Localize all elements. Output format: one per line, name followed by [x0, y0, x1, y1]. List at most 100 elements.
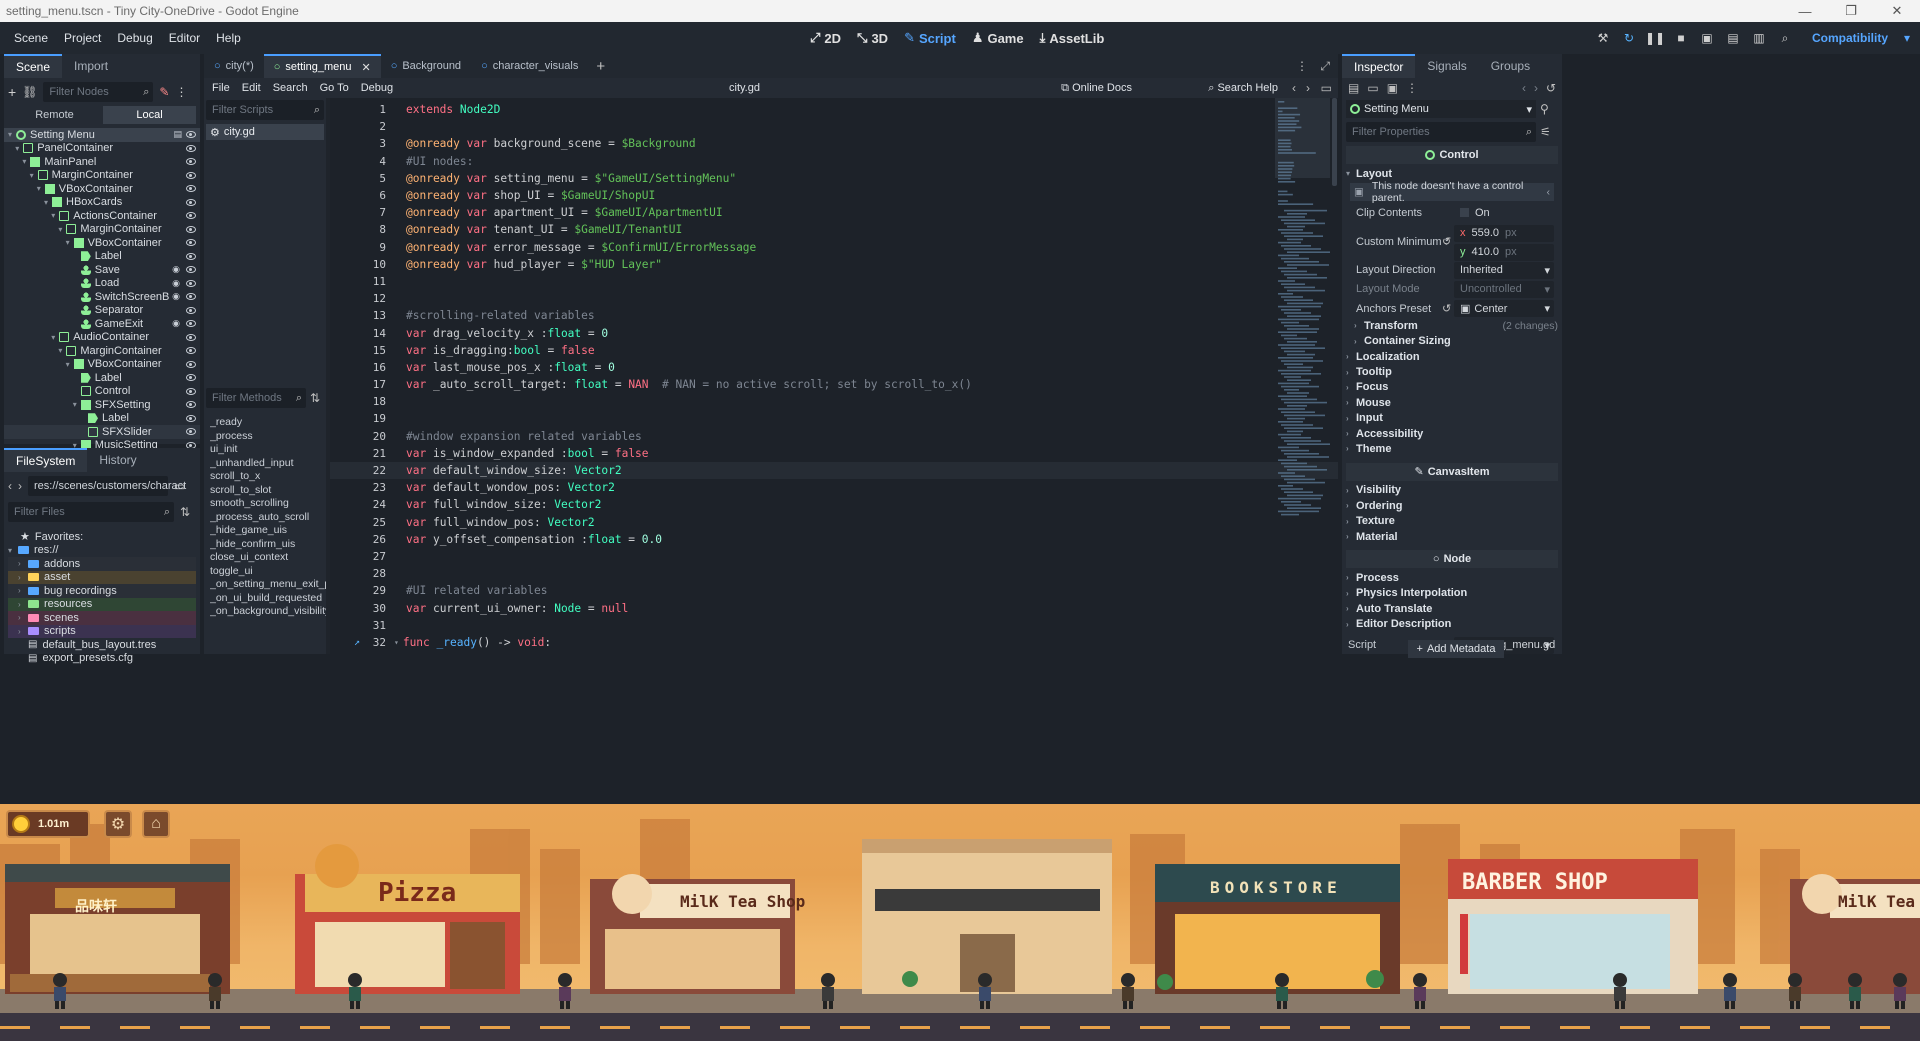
visibility-eye-icon[interactable] [186, 374, 196, 382]
scene-tree-node[interactable]: ▾ ActionsContainer [4, 209, 200, 223]
code-line[interactable]: ↗ 32 ▾ func _ready() -> void: [330, 634, 1338, 651]
scene-tree-node[interactable]: ▾ MarginContainer [4, 169, 200, 183]
settings-sliders-icon[interactable]: ⚟ [1540, 125, 1551, 139]
script-attach-icon[interactable]: ✎ [159, 85, 169, 99]
code-line[interactable]: 4 #UI nodes: [330, 153, 1338, 170]
open-folder-icon[interactable]: ▭ [1367, 81, 1378, 95]
scene-tree-node[interactable]: ▾ AudioContainer [4, 331, 200, 345]
code-line[interactable]: 26 var y_offset_compensation :float = 0.0 [330, 531, 1338, 548]
anchors-select[interactable]: ▣ Center ▾ [1454, 300, 1554, 318]
method-item[interactable]: _hide_confirm_uis [210, 538, 326, 552]
run-custom-icon[interactable]: ▥ [1752, 31, 1766, 45]
visibility-eye-icon[interactable] [186, 185, 196, 193]
inspector-section[interactable]: › Ordering [1342, 498, 1562, 513]
method-item[interactable]: _process [210, 430, 326, 444]
scene-tree-node[interactable]: ▾ MarginContainer [4, 344, 200, 358]
menu-help[interactable]: Help [208, 31, 249, 45]
code-line[interactable]: 9 @onready var error_message = $ConfirmUI… [330, 239, 1338, 256]
visibility-eye-icon[interactable] [186, 239, 196, 247]
menu-project[interactable]: Project [56, 31, 109, 45]
menu-debug[interactable]: Debug [109, 31, 160, 45]
code-line[interactable]: 8 @onready var tenant_UI = $GameUI/Tenant… [330, 221, 1338, 238]
history-forward-icon[interactable]: › [1306, 81, 1310, 95]
node-selector[interactable]: Setting Menu ▾ [1346, 100, 1536, 118]
visibility-eye-icon[interactable] [186, 387, 196, 395]
expand-arrow-icon[interactable]: ▾ [22, 157, 30, 166]
fs-item[interactable]: › scripts [8, 624, 196, 638]
code-area[interactable]: 1 extends Node2D 2 3 @onready var background… [330, 98, 1338, 654]
home-game-button[interactable]: ⌂ [142, 810, 170, 838]
sort-icon[interactable]: ⇅ [180, 505, 190, 519]
custom-min-y[interactable]: y 410.0 px [1454, 243, 1554, 261]
node-docs-icon[interactable]: ⚲ [1540, 102, 1549, 116]
script-menu-edit[interactable]: Edit [236, 82, 267, 94]
code-line[interactable]: 13 #scrolling-related variables [330, 307, 1338, 324]
inspector-section[interactable]: › Mouse [1342, 395, 1562, 410]
expand-arrow-icon[interactable]: ▾ [44, 198, 52, 207]
link-icon[interactable]: ⛓ [22, 85, 37, 99]
visibility-eye-icon[interactable] [186, 306, 196, 314]
fs-root[interactable]: ▾ res:// [8, 544, 196, 558]
code-line[interactable]: 28 [330, 565, 1338, 582]
script-menu-debug[interactable]: Debug [355, 82, 399, 94]
tab-inspector[interactable]: Inspector [1342, 54, 1416, 78]
remote-debug-icon[interactable]: ▣ [1700, 31, 1714, 45]
visibility-eye-icon[interactable] [186, 131, 196, 139]
visibility-eye-icon[interactable] [186, 212, 196, 220]
signal-icon[interactable]: ◉ [172, 318, 180, 329]
menu-dots-icon[interactable]: ⋮ [1406, 81, 1418, 95]
code-line[interactable]: 1 extends Node2D [330, 101, 1338, 118]
inspector-section[interactable]: › Texture [1342, 513, 1562, 528]
method-item[interactable]: _unhandled_input [210, 457, 326, 471]
filter-properties-input[interactable]: Filter Properties ⌕ [1346, 122, 1536, 142]
filter-scripts-input[interactable]: Filter Scripts ⌕ [206, 100, 324, 120]
expand-arrow-icon[interactable]: ▾ [30, 171, 38, 180]
scene-tree-node[interactable]: ▾ MainPanel [4, 155, 200, 169]
code-line[interactable]: 25 var full_window_pos: Vector2 [330, 514, 1338, 531]
fs-item[interactable]: › bug recordings [8, 584, 196, 598]
menu-dots-icon[interactable]: ⋮ [175, 85, 187, 99]
method-item[interactable]: _ready [210, 416, 326, 430]
visibility-eye-icon[interactable] [186, 198, 196, 206]
expand-arrow-icon[interactable]: ▾ [37, 184, 45, 193]
code-line[interactable]: 5 @onready var setting_menu = $"GameUI/Se… [330, 170, 1338, 187]
revert-icon[interactable]: ↺ [1442, 302, 1451, 315]
forward-icon[interactable]: › [18, 479, 22, 493]
expand-arrow-icon[interactable]: ▾ [51, 333, 59, 342]
workspace-2d[interactable]: ⤢ 2D [810, 30, 841, 46]
scene-tree-node[interactable]: ▾ VBoxContainer [4, 182, 200, 196]
scene-tree-node[interactable]: ▾ HBoxCards [4, 196, 200, 210]
fs-item[interactable]: ▤ default_bus_layout.tres [8, 638, 196, 652]
back-icon[interactable]: ‹ [8, 479, 12, 493]
expand-arrow-icon[interactable]: ▾ [66, 360, 74, 369]
fs-favorites[interactable]: ★ Favorites: [8, 530, 196, 544]
method-item[interactable]: _on_background_visibility... [210, 605, 326, 619]
code-line[interactable]: 14 var drag_velocity_x :float = 0 [330, 324, 1338, 341]
minimap[interactable] [1275, 98, 1330, 518]
method-item[interactable]: _process_auto_scroll [210, 511, 326, 525]
visibility-eye-icon[interactable] [186, 252, 196, 260]
fs-item[interactable]: › asset [8, 570, 196, 584]
visibility-eye-icon[interactable] [186, 144, 196, 152]
expand-arrow-icon[interactable]: ▾ [58, 225, 66, 234]
renderer-selector[interactable]: Compatibility [1812, 31, 1888, 45]
remote-button[interactable]: Remote [8, 106, 101, 124]
settings-game-button[interactable]: ⚙ [104, 810, 132, 838]
code-line[interactable]: 15 var is_dragging:bool = false [330, 342, 1338, 359]
history-back-icon[interactable]: ‹ [1292, 81, 1296, 95]
visibility-eye-icon[interactable] [186, 414, 196, 422]
code-line[interactable]: 23 var default_wondow_pos: Vector2 [330, 479, 1338, 496]
code-line[interactable]: 30 var current_ui_owner: Node = null [330, 599, 1338, 616]
close-window-button[interactable]: ✕ [1874, 0, 1920, 22]
online-docs-link[interactable]: ⧉ Online Docs [1061, 82, 1132, 95]
workspace-game[interactable]: ♟ Game [972, 30, 1024, 46]
pause-icon[interactable]: ❚❚ [1645, 31, 1665, 45]
distraction-free-icon[interactable]: ⤢ [1320, 59, 1330, 74]
history-back-icon[interactable]: ‹ [1522, 81, 1526, 95]
scene-tree-node[interactable]: Label [4, 371, 200, 385]
code-line[interactable]: 20 #window expansion related variables [330, 428, 1338, 445]
fs-item[interactable]: ▤ export_presets.cfg [8, 652, 196, 666]
visibility-eye-icon[interactable] [186, 266, 196, 274]
visibility-eye-icon[interactable] [186, 401, 196, 409]
script-menu-search[interactable]: Search [267, 82, 314, 94]
